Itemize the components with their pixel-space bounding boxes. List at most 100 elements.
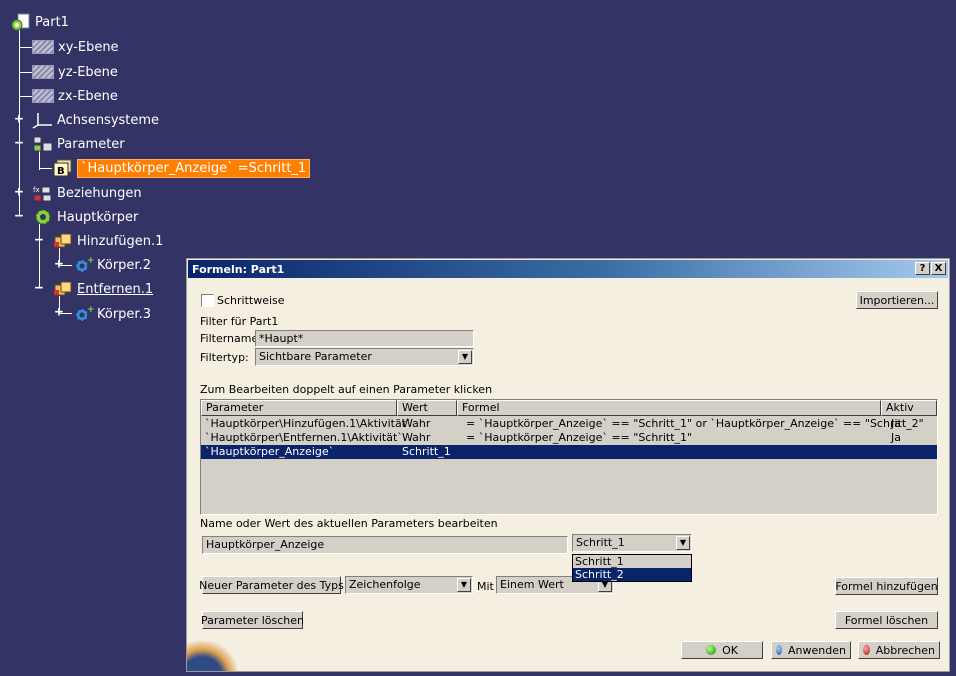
parameter-table[interactable]: Parameter Wert Formel Aktiv `Hauptkörper… [200, 399, 938, 515]
tree-node-relations[interactable]: fx Beziehungen [32, 183, 142, 203]
parameter-icon: B [52, 159, 74, 177]
value-dropdown-list[interactable]: Schritt_1 Schritt_2 [572, 554, 692, 582]
chevron-down-icon[interactable]: ▼ [676, 536, 690, 550]
new-param-type-value: Zeichenfolge [349, 578, 421, 591]
tree-node-axis-systems[interactable]: Achsensysteme [32, 110, 159, 130]
current-param-name-input[interactable]: Hauptkörper_Anzeige [202, 536, 568, 554]
current-value-select[interactable]: Schritt_1 ▼ [572, 534, 692, 552]
tree-node-part1[interactable]: Part1 [10, 12, 69, 32]
collapse-minus-icon[interactable]: − [14, 136, 24, 150]
collapse-minus-icon[interactable]: − [34, 281, 44, 295]
cell-formula: = `Hauptkörper_Anzeige` == "Schritt_1" [466, 431, 693, 444]
plane-icon [32, 65, 54, 79]
formulas-dialog: Formeln: Part1 ? X Schrittweise Importie… [186, 258, 950, 672]
new-param-type-select[interactable]: Zeichenfolge ▼ [345, 576, 473, 594]
tree-label: Körper.2 [97, 257, 151, 273]
tree-line [20, 47, 32, 48]
new-parameter-button[interactable]: Neuer Parameter des Typs [199, 576, 344, 594]
svg-text:+: + [87, 256, 94, 266]
boolean-op-icon [52, 280, 74, 298]
import-button[interactable]: Importieren... [856, 291, 938, 309]
tree-label: Hinzufügen.1 [77, 233, 164, 249]
body-gear-icon: + [72, 305, 95, 323]
cancel-button[interactable]: Abbrechen [858, 641, 940, 659]
tree-node-yz-plane[interactable]: yz-Ebene [32, 62, 118, 82]
boolean-op-icon [52, 232, 74, 250]
expand-plus-icon[interactable]: + [14, 185, 24, 199]
tree-line [20, 96, 32, 97]
chevron-down-icon[interactable]: ▼ [458, 350, 472, 364]
tree-label: Körper.3 [97, 306, 151, 322]
filter-name-input[interactable]: *Haupt* [255, 330, 474, 347]
cell-value: Wahr [402, 417, 431, 430]
tree-node-param-item[interactable]: B `Hauptkörper_Anzeige` =Schritt_1 [52, 158, 311, 178]
axis-system-icon [32, 111, 54, 129]
collapse-minus-icon[interactable]: − [14, 209, 24, 223]
with-label: Mit [477, 580, 494, 593]
svg-text:fx: fx [33, 186, 40, 194]
collapse-minus-icon[interactable]: − [34, 233, 44, 247]
tree-label: xy-Ebene [58, 39, 119, 55]
column-header-formula[interactable]: Formel [457, 400, 881, 416]
cell-value: Schritt_1 [402, 445, 451, 458]
column-header-parameter[interactable]: Parameter [201, 400, 397, 416]
table-row[interactable]: `Hauptkörper\Hinzufügen.1\Aktivität` Wah… [201, 417, 937, 431]
add-formula-button[interactable]: Formel hinzufügen [835, 577, 938, 595]
delete-formula-button[interactable]: Formel löschen [835, 611, 938, 629]
tree-node-parameters[interactable]: Parameter [32, 134, 125, 154]
close-button[interactable]: X [931, 262, 946, 275]
body-gear-icon: + [72, 256, 95, 274]
tree-node-body3[interactable]: + Körper.3 [72, 304, 151, 324]
expand-plus-icon[interactable]: + [54, 257, 64, 271]
delete-parameter-button[interactable]: Parameter löschen [201, 611, 304, 629]
part-icon [10, 13, 32, 31]
tree-label: Parameter [57, 136, 125, 152]
tree-line [40, 168, 52, 169]
tree-node-add1[interactable]: Hinzufügen.1 [52, 231, 163, 251]
stepwise-checkbox[interactable] [201, 294, 214, 307]
tree-label: yz-Ebene [58, 64, 118, 80]
cell-parameter: `Hauptkörper_Anzeige` [205, 445, 335, 458]
apply-button[interactable]: Anwenden [771, 641, 851, 659]
logo-decoration [187, 641, 237, 671]
table-row[interactable]: `Hauptkörper\Entfernen.1\Aktivität` Wahr… [201, 431, 937, 445]
filter-type-value: Sichtbare Parameter [259, 350, 372, 363]
with-value: Einem Wert [500, 578, 564, 591]
cell-value: Wahr [402, 431, 431, 444]
current-value: Schritt_1 [576, 536, 625, 549]
relations-icon: fx [32, 184, 54, 202]
ok-label: OK [722, 643, 738, 657]
svg-text:+: + [87, 305, 94, 315]
tree-node-remove1[interactable]: Entfernen.1 [52, 279, 153, 299]
column-header-active[interactable]: Aktiv [881, 400, 937, 416]
column-header-value[interactable]: Wert [397, 400, 457, 416]
dialog-titlebar[interactable]: Formeln: Part1 ? X [188, 260, 948, 278]
plane-icon [32, 40, 54, 54]
edit-hint-label: Zum Bearbeiten doppelt auf einen Paramet… [200, 383, 493, 396]
tree-node-xy-plane[interactable]: xy-Ebene [32, 37, 119, 57]
expand-plus-icon[interactable]: + [14, 112, 24, 126]
stepwise-label: Schrittweise [217, 294, 285, 307]
help-button[interactable]: ? [915, 262, 930, 275]
dropdown-option-highlighted[interactable]: Schritt_2 [573, 568, 691, 581]
tree-node-body2[interactable]: + Körper.2 [72, 255, 151, 275]
cancel-label: Abbrechen [875, 643, 935, 657]
chevron-down-icon[interactable]: ▼ [457, 578, 471, 592]
table-row-selected[interactable]: `Hauptkörper_Anzeige` Schritt_1 [201, 445, 937, 459]
body-gear-icon [32, 208, 54, 226]
ok-button[interactable]: OK [681, 641, 763, 659]
filter-type-select[interactable]: Sichtbare Parameter ▼ [255, 348, 474, 366]
cell-parameter: `Hauptkörper\Entfernen.1\Aktivität` [205, 431, 403, 444]
parameter-set-icon [32, 135, 54, 153]
tree-node-zx-plane[interactable]: zx-Ebene [32, 86, 118, 106]
cell-active: Ja [891, 417, 901, 430]
apply-label: Anwenden [788, 643, 846, 657]
tree-node-main-body[interactable]: Hauptkörper [32, 207, 138, 227]
expand-plus-icon[interactable]: + [54, 305, 64, 319]
apply-icon [776, 645, 783, 655]
dialog-title: Formeln: Part1 [192, 262, 285, 276]
tree-label: Achsensysteme [57, 112, 160, 128]
dropdown-option[interactable]: Schritt_1 [573, 555, 691, 568]
edit-current-label: Name oder Wert des aktuellen Parameters … [200, 517, 498, 530]
svg-text:B: B [57, 166, 65, 177]
